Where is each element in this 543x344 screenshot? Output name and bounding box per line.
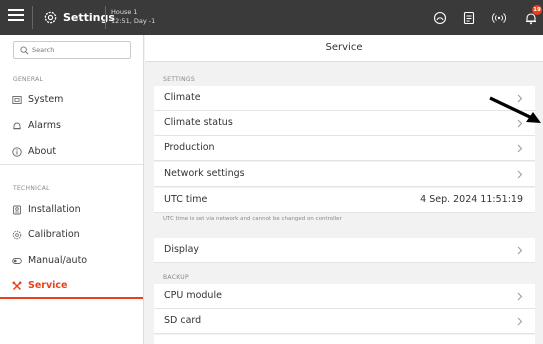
signal-icon[interactable]	[492, 11, 506, 25]
row-utc-time: UTC time 4 Sep. 2024 11:51:19	[154, 188, 535, 213]
sidebar-item-label: About	[28, 146, 57, 157]
chevron-right-icon	[517, 292, 523, 301]
sidebar-item-installation[interactable]: Installation	[0, 198, 143, 222]
annotation-arrow-icon	[489, 96, 541, 123]
row-partial	[154, 335, 535, 344]
alarm-bell-icon	[13, 122, 21, 130]
sidebar: GENERAL System Alarms About TECHNICAL In…	[0, 35, 144, 344]
section-label-technical: TECHNICAL	[13, 185, 50, 192]
row-label: Production	[164, 142, 215, 153]
main-title: Service	[325, 42, 363, 53]
document-icon[interactable]	[462, 11, 476, 25]
sidebar-divider	[0, 164, 143, 165]
chevron-right-icon	[517, 170, 523, 179]
row-display[interactable]: Display	[154, 238, 535, 263]
house-info[interactable]: House 1 12:51, Day -1	[111, 8, 155, 26]
active-indicator	[0, 297, 143, 299]
main-header: Service	[145, 35, 543, 62]
page-title: Settings	[63, 11, 115, 24]
sidebar-item-system[interactable]: System	[0, 88, 143, 112]
chevron-right-icon	[517, 144, 523, 153]
sidebar-item-label: System	[28, 94, 64, 105]
sidebar-item-label: Alarms	[28, 120, 61, 131]
sidebar-item-alarms[interactable]: Alarms	[0, 114, 143, 138]
search-box[interactable]	[13, 41, 131, 59]
top-bar: Settings House 1 12:51, Day -1 19	[0, 0, 543, 35]
utc-note: UTC time is set via network and cannot b…	[163, 216, 342, 222]
sidebar-item-calibration[interactable]: Calibration	[0, 223, 143, 247]
calibration-icon	[12, 230, 22, 240]
info-icon	[12, 147, 22, 157]
search-input[interactable]	[32, 43, 128, 57]
row-sd-card[interactable]: SD card	[154, 309, 535, 334]
utc-time-value: 4 Sep. 2024 11:51:19	[420, 194, 523, 205]
row-label: SD card	[164, 315, 202, 326]
topbar-divider	[32, 6, 33, 29]
toggle-icon	[12, 258, 22, 264]
search-icon	[20, 46, 29, 55]
house-name: House 1	[111, 8, 138, 16]
menu-icon[interactable]	[8, 9, 24, 25]
row-cpu-module[interactable]: CPU module	[154, 284, 535, 309]
group-label-backup: BACKUP	[163, 274, 189, 281]
topbar-divider	[105, 6, 106, 29]
row-label: Climate status	[164, 117, 233, 128]
gear-icon	[44, 11, 57, 24]
sidebar-item-label: Service	[28, 280, 68, 291]
sidebar-item-service[interactable]: Service	[0, 274, 143, 298]
sidebar-item-label: Installation	[28, 204, 81, 215]
wrench-icon	[12, 281, 22, 291]
chevron-right-icon	[517, 246, 523, 255]
sidebar-item-label: Calibration	[28, 229, 80, 240]
sidebar-item-label: Manual/auto	[28, 255, 88, 266]
sidebar-item-about[interactable]: About	[0, 140, 143, 164]
group-label-settings: SETTINGS	[163, 76, 195, 83]
row-label: Display	[164, 244, 200, 255]
row-climate-status[interactable]: Climate status	[154, 111, 535, 136]
alarm-count-badge: 19	[532, 5, 542, 15]
system-icon	[12, 96, 22, 104]
installation-icon	[13, 205, 21, 215]
row-climate[interactable]: Climate	[154, 86, 535, 111]
gauge-icon[interactable]	[433, 11, 447, 25]
row-label: CPU module	[164, 290, 222, 301]
chevron-right-icon	[517, 317, 523, 326]
row-label: UTC time	[164, 194, 208, 205]
section-label-general: GENERAL	[13, 76, 44, 83]
row-label: Network settings	[164, 168, 245, 179]
row-label: Climate	[164, 92, 201, 103]
row-production[interactable]: Production	[154, 136, 535, 161]
sidebar-item-manual-auto[interactable]: Manual/auto	[0, 249, 143, 273]
house-time: 12:51, Day -1	[111, 17, 156, 25]
row-network-settings[interactable]: Network settings	[154, 162, 535, 187]
